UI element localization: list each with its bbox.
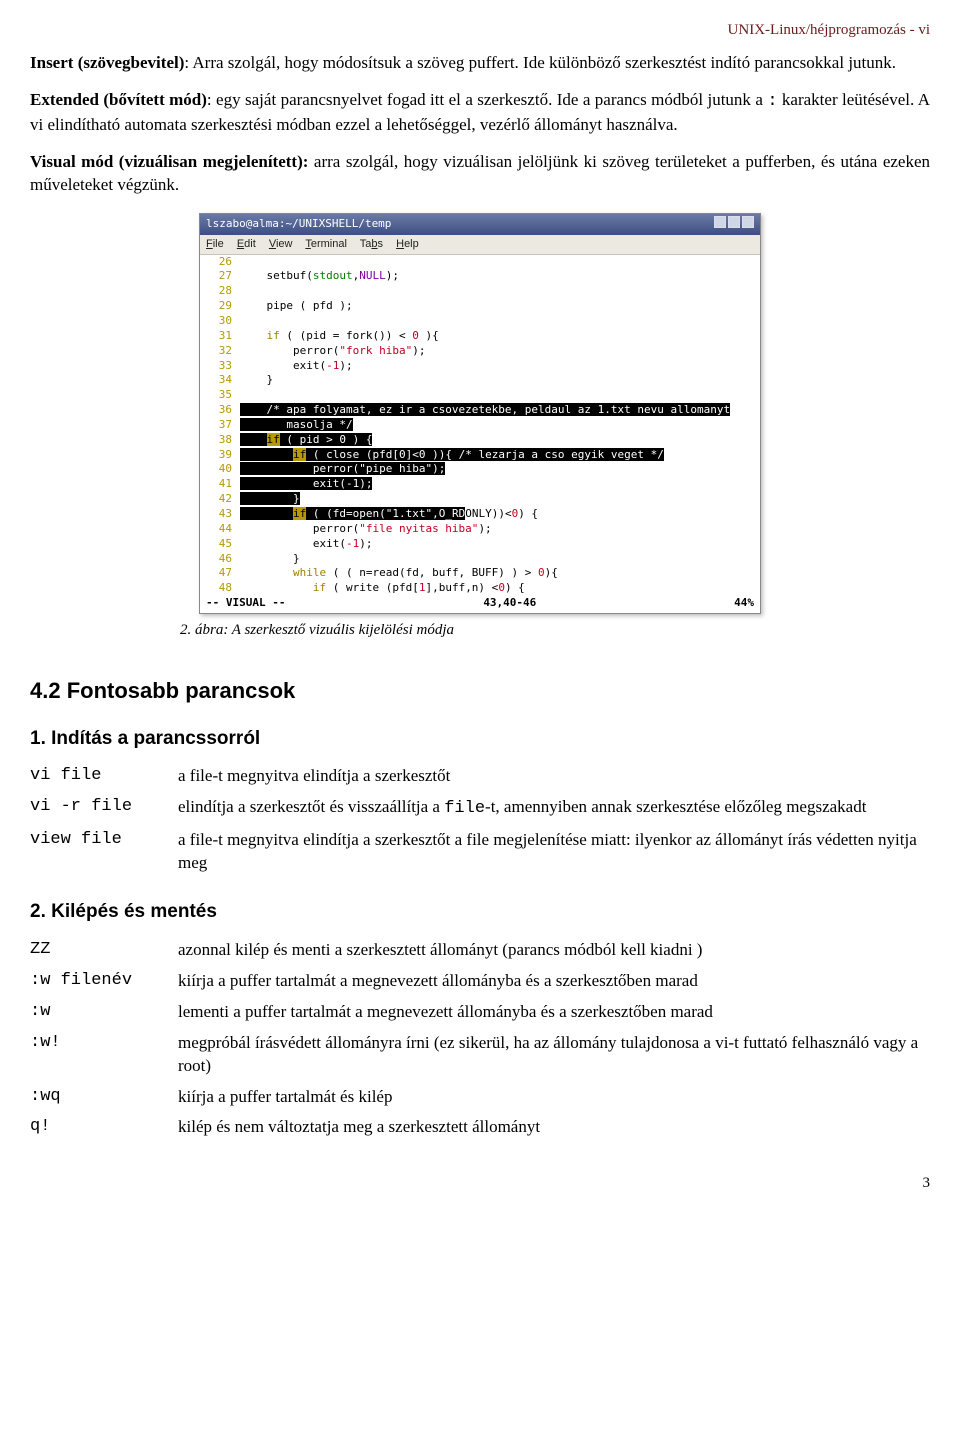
terminal-window: lszabo@alma:~/UNIXSHELL/temp File Edit V… [199,213,761,614]
label-extended: Extended (bővített mód) [30,90,207,109]
table-row: q! kilép és nem változtatja meg a szerke… [30,1112,930,1143]
text: : egy saját parancsnyelvet fogad itt el … [207,90,767,109]
cmd: q! [30,1112,178,1143]
terminal-title-text: lszabo@alma:~/UNIXSHELL/temp [206,217,391,232]
label-insert: Insert (szövegbevitel) [30,53,184,72]
figure-caption: 2. ábra: A szerkesztő vizuális kijelölés… [180,620,930,640]
table-row: :w! megpróbál írásvédett állományra írni… [30,1028,930,1082]
cmd: vi file [30,761,178,792]
terminal-menubar: File Edit View Terminal Tabs Help [200,235,760,255]
colon-char: : [767,92,777,111]
heading-exit: 2. Kilépés és mentés [30,899,930,925]
desc: lementi a puffer tartalmát a megnevezett… [178,997,930,1028]
menu-edit: Edit [237,238,256,250]
table-row: vi -r file elindítja a szerkesztőt és vi… [30,792,930,825]
table-exit-commands: ZZ azonnal kilép és menti a szerkesztett… [30,935,930,1144]
maximize-icon [728,216,740,228]
heading-4-2: 4.2 Fontosabb parancsok [30,676,930,706]
cmd: view file [30,825,178,879]
cmd: vi -r file [30,792,178,825]
desc: kiírja a puffer tartalmát a megnevezett … [178,966,930,997]
desc: a file-t megnyitva elindítja a szerkeszt… [178,761,930,792]
menu-file: File [206,238,224,250]
close-icon [742,216,754,228]
desc: azonnal kilép és menti a szerkesztett ál… [178,935,930,966]
status-pct: 44% [734,596,754,611]
paragraph-insert: Insert (szövegbevitel): Arra szolgál, ho… [30,52,930,75]
cmd: :w filenév [30,966,178,997]
desc: kilép és nem változtatja meg a szerkeszt… [178,1112,930,1143]
file-literal: file [444,799,485,818]
menu-view: View [269,238,293,250]
terminal-titlebar: lszabo@alma:~/UNIXSHELL/temp [200,214,760,235]
desc: megpróbál írásvédett állományra írni (ez… [178,1028,930,1082]
cmd: :w! [30,1028,178,1082]
heading-start: 1. Indítás a parancssorról [30,726,930,752]
table-row: ZZ azonnal kilép és menti a szerkesztett… [30,935,930,966]
paragraph-extended: Extended (bővített mód): egy saját paran… [30,89,930,137]
desc: elindítja a szerkesztőt és visszaállítja… [178,792,930,825]
table-row: :w filenév kiírja a puffer tartalmát a m… [30,966,930,997]
status-pos: 43,40-46 [483,596,536,611]
table-start-commands: vi file a file-t megnyitva elindítja a s… [30,761,930,879]
window-buttons [712,216,754,233]
terminal-body: 26 27 setbuf(stdout,NULL); 28 29 pipe ( … [200,255,760,613]
menu-tabs: Tabs [360,238,383,250]
status-mode: -- VISUAL -- [206,596,285,611]
cmd: :wq [30,1082,178,1113]
page-number: 3 [30,1173,930,1193]
desc: kiírja a puffer tartalmát és kilép [178,1082,930,1113]
paragraph-visual: Visual mód (vizuálisan megjelenített): a… [30,151,930,197]
menu-terminal: Terminal [305,238,347,250]
table-row: :wq kiírja a puffer tartalmát és kilép [30,1082,930,1113]
table-row: vi file a file-t megnyitva elindítja a s… [30,761,930,792]
text: elindítja a szerkesztőt és visszaállítja… [178,797,444,816]
text: : Arra szolgál, hogy módosítsuk a szöveg… [184,53,896,72]
table-row: view file a file-t megnyitva elindítja a… [30,825,930,879]
table-row: :w lementi a puffer tartalmát a megnevez… [30,997,930,1028]
cmd: ZZ [30,935,178,966]
minimize-icon [714,216,726,228]
label-visual: Visual mód (vizuálisan megjelenített): [30,152,308,171]
page-header: UNIX-Linux/héjprogramozás - vi [30,20,930,40]
desc: a file-t megnyitva elindítja a szerkeszt… [178,825,930,879]
terminal-statusbar: -- VISUAL -- 43,40-46 44% [200,596,760,613]
cmd: :w [30,997,178,1028]
text: -t, amennyiben annak szerkesztése előzől… [485,797,866,816]
menu-help: Help [396,238,419,250]
